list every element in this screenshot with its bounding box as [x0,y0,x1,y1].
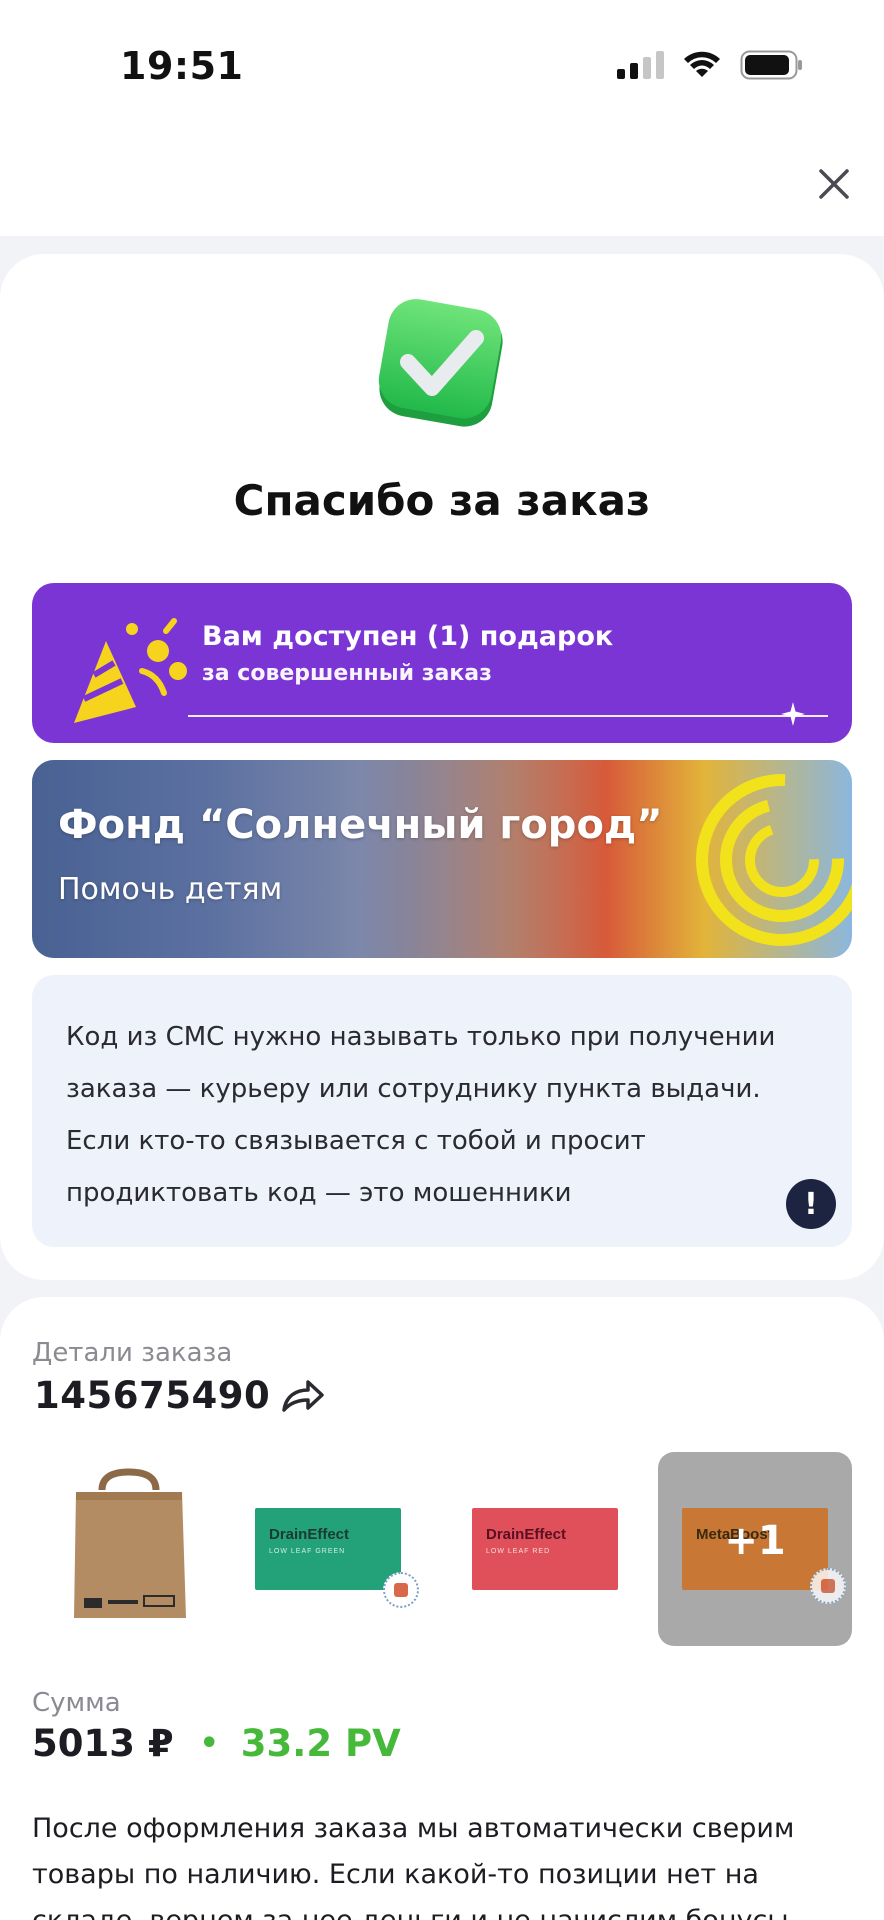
gift-progress-line [188,715,828,717]
status-icons [617,48,804,82]
gift-banner[interactable]: Вам доступен (1) подарок за совершенный … [32,583,852,743]
more-products-count: +1 [724,1518,786,1564]
quality-badge-icon [383,1572,419,1608]
product-draineffect-red[interactable]: DrainEffect LOW LEAF RED [450,1452,644,1646]
page-title: Спасибо за заказ [233,476,651,525]
party-popper-icon [74,618,187,723]
order-number-row: 145675490 [34,1374,326,1417]
sum-row: 5013 ₽ • 33.2 PV [32,1722,401,1765]
notice-text: Код из СМС нужно называть только при пол… [66,1022,776,1208]
status-time: 19:51 [120,44,244,88]
sun-rings-decoration [696,774,852,946]
sum-value: 5013 ₽ [32,1722,174,1765]
paper-bag-icon [74,1468,186,1618]
info-text: После оформления заказа мы автоматически… [32,1813,797,1920]
product-label: DrainEffect [269,1526,350,1543]
wifi-icon [684,51,720,77]
close-icon [819,169,849,199]
status-bar: 19:51 [0,0,884,130]
pv-value: 33.2 PV [240,1722,401,1765]
fund-title: Фонд “Солнечный город” [58,802,663,848]
sum-label: Сумма [32,1688,121,1718]
product-draineffect-green[interactable]: DrainEffect LOW LEAF GREEN [241,1452,435,1646]
check-icon [378,299,503,427]
quality-badge-icon [810,1568,846,1604]
order-number: 145675490 [34,1374,271,1417]
battery-icon [740,50,802,80]
warning-icon: ! [786,1179,836,1229]
order-details-label: Детали заказа [32,1338,233,1368]
sparkle-icon [781,702,805,726]
top-bar [0,130,884,236]
fund-subtitle: Помочь детям [58,872,283,907]
fraud-notice: Код из СМС нужно называть только при пол… [32,975,852,1247]
product-more[interactable]: MetaBoost +1 [658,1452,852,1646]
gift-title: Вам доступен (1) подарок [202,621,614,652]
charity-fund-banner[interactable]: Фонд “Солнечный город” Помочь детям [32,760,852,958]
separator-dot: • [199,1726,219,1761]
product-sublabel: LOW LEAF RED [486,1548,551,1555]
cellular-signal-icon [617,51,664,79]
product-sublabel: LOW LEAF GREEN [269,1548,346,1555]
share-icon[interactable] [280,1376,326,1416]
gift-subtitle: за совершенный заказ [202,661,492,686]
close-button[interactable] [810,160,858,208]
product-thumbnails: DrainEffect LOW LEAF GREEN DrainEffect L… [32,1452,852,1646]
product-label: DrainEffect [486,1526,567,1543]
product-paper-bag[interactable] [32,1452,226,1646]
